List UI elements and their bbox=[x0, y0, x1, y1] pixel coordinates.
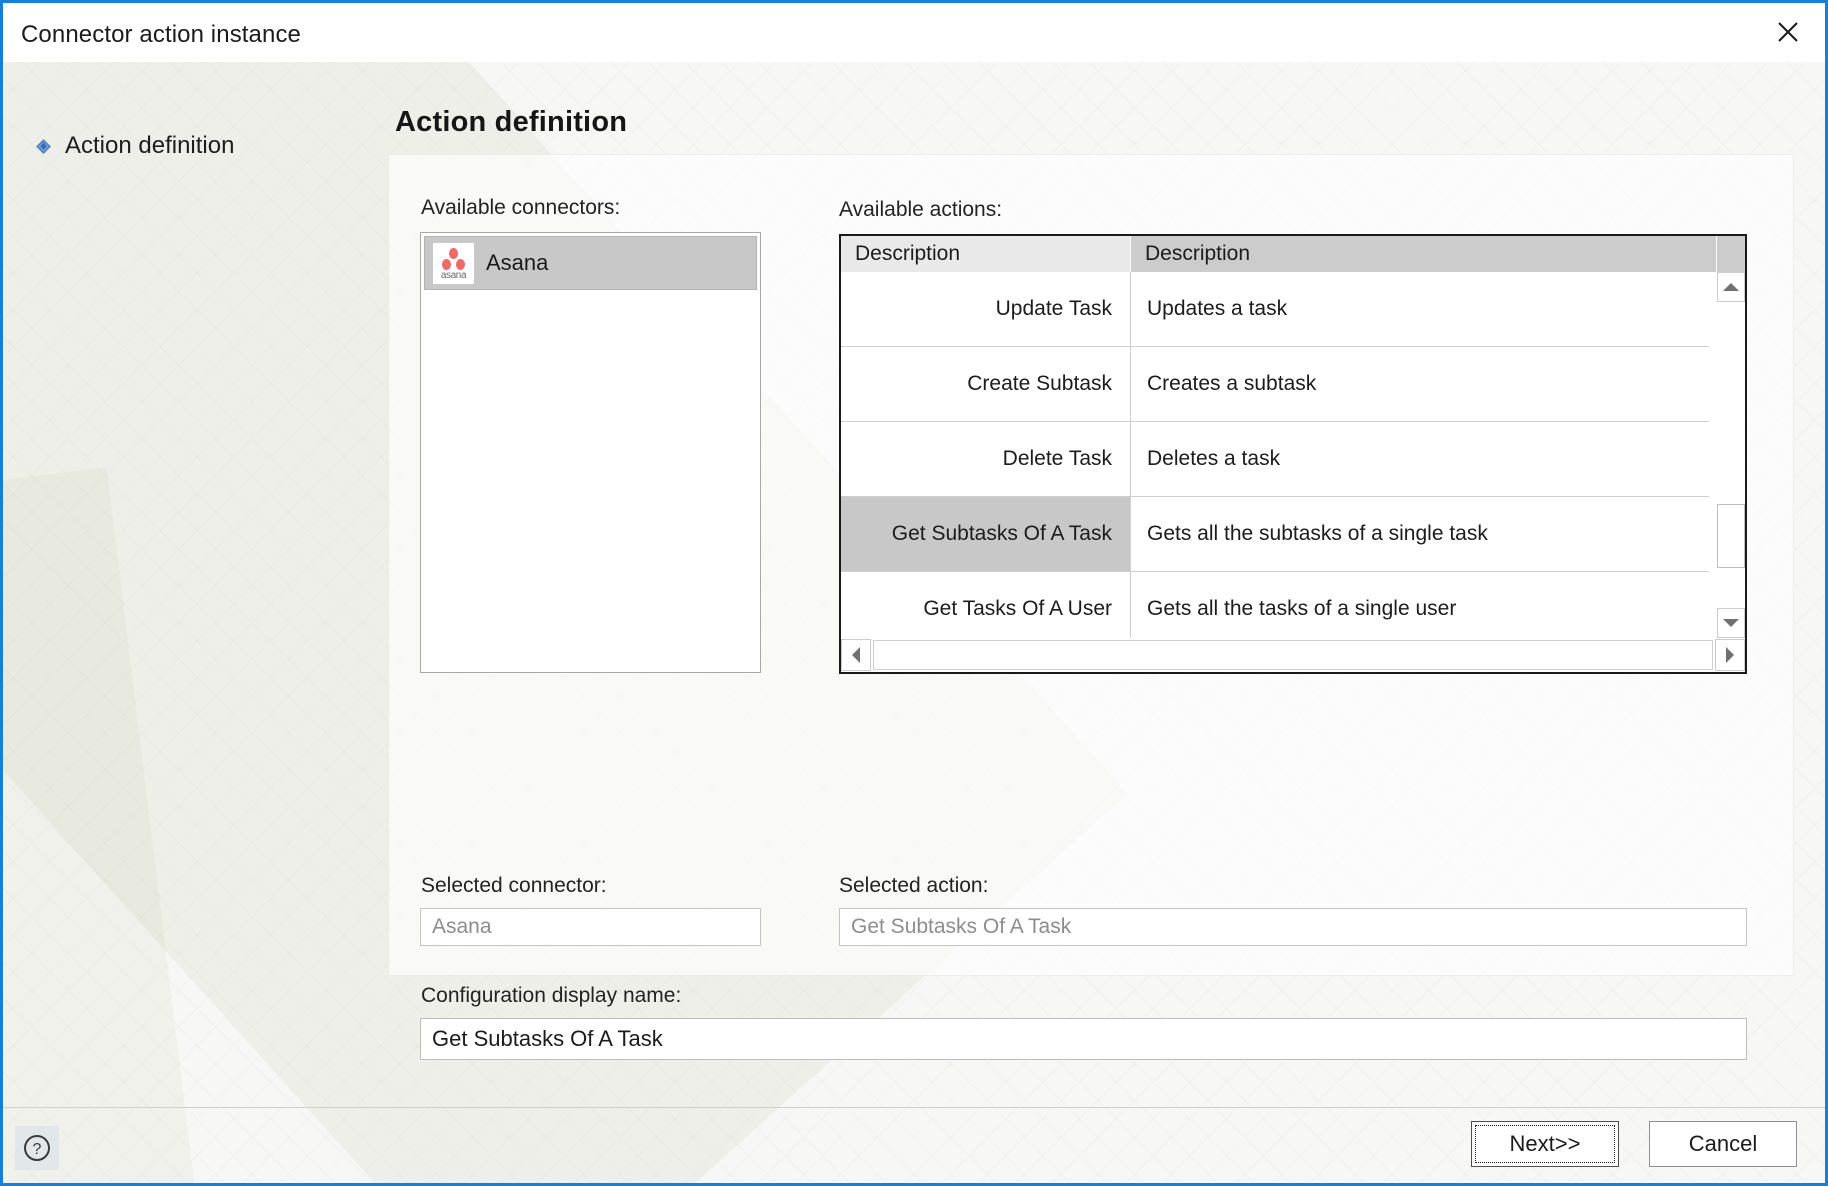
grid-horizontal-scrollbar[interactable] bbox=[841, 638, 1745, 672]
close-icon[interactable] bbox=[1751, 3, 1825, 61]
next-button[interactable]: Next>> bbox=[1471, 1121, 1619, 1167]
table-cell-description: Gets all the subtasks of a single task bbox=[1131, 497, 1709, 572]
available-connectors-list[interactable]: asana Asana bbox=[420, 232, 761, 673]
column-header-description[interactable]: Description bbox=[1131, 236, 1716, 272]
selected-connector-label: Selected connector: bbox=[421, 874, 607, 897]
cancel-button[interactable]: Cancel bbox=[1649, 1121, 1797, 1167]
window-title: Connector action instance bbox=[21, 21, 301, 48]
dialog-body: Action definition Action definition Avai… bbox=[3, 62, 1825, 1183]
selected-action-label: Selected action: bbox=[839, 874, 989, 897]
title-bar: Connector action instance bbox=[3, 3, 1825, 65]
selected-connector-field[interactable]: Asana bbox=[420, 908, 761, 946]
list-item-label: Asana bbox=[486, 250, 549, 275]
table-cell-name: Update Task bbox=[841, 272, 1131, 347]
table-cell-description: Updates a task bbox=[1131, 272, 1709, 347]
horizontal-scrollbar-track[interactable] bbox=[873, 640, 1713, 670]
available-connectors-label: Available connectors: bbox=[421, 196, 621, 219]
help-question-icon[interactable]: ? bbox=[15, 1126, 59, 1170]
table-cell-name: Create Subtask bbox=[841, 347, 1131, 422]
selected-action-field[interactable]: Get Subtasks Of A Task bbox=[839, 908, 1747, 946]
scroll-up-icon[interactable] bbox=[1717, 272, 1745, 302]
next-button-label: Next>> bbox=[1509, 1131, 1581, 1156]
page-title: Action definition bbox=[395, 106, 628, 138]
grid-vertical-scrollbar[interactable] bbox=[1716, 272, 1745, 638]
svg-text:?: ? bbox=[33, 1141, 42, 1158]
scroll-down-icon[interactable] bbox=[1717, 608, 1745, 638]
table-row[interactable]: Create Subtask Creates a subtask bbox=[841, 347, 1717, 422]
asana-wordmark: asana bbox=[440, 269, 467, 281]
table-row-selected[interactable]: Get Subtasks Of A Task Gets all the subt… bbox=[841, 497, 1717, 572]
table-cell-name: Get Tasks Of A User bbox=[841, 572, 1131, 638]
grid-rows-container: Update Task Updates a task Create Subtas… bbox=[841, 272, 1717, 638]
configuration-display-name-label: Configuration display name: bbox=[421, 984, 682, 1007]
table-cell-description: Gets all the tasks of a single user bbox=[1131, 572, 1709, 638]
wizard-steps-sidebar: Action definition bbox=[3, 62, 395, 1183]
diamond-bullet-icon bbox=[36, 138, 51, 154]
configuration-display-name-input[interactable]: Get Subtasks Of A Task bbox=[420, 1018, 1747, 1060]
available-actions-label: Available actions: bbox=[839, 198, 1003, 221]
sidebar-item-label: Action definition bbox=[65, 132, 235, 159]
grid-header-row: Description Description bbox=[841, 236, 1745, 272]
table-cell-description: Creates a subtask bbox=[1131, 347, 1709, 422]
asana-logo-icon: asana bbox=[433, 242, 474, 284]
scroll-left-icon[interactable] bbox=[841, 639, 871, 671]
table-cell-description: Deletes a task bbox=[1131, 422, 1709, 497]
table-row[interactable]: Delete Task Deletes a task bbox=[841, 422, 1717, 497]
footer-divider bbox=[3, 1107, 1825, 1108]
column-header-spacer bbox=[1716, 236, 1745, 272]
connector-action-instance-window: Connector action instance Action definit… bbox=[0, 0, 1828, 1186]
scroll-right-icon[interactable] bbox=[1715, 639, 1745, 671]
list-item[interactable]: asana Asana bbox=[424, 236, 757, 290]
column-header-name[interactable]: Description bbox=[841, 236, 1131, 272]
table-cell-name: Get Subtasks Of A Task bbox=[841, 497, 1131, 572]
table-row[interactable]: Update Task Updates a task bbox=[841, 272, 1717, 347]
vertical-scrollbar-thumb[interactable] bbox=[1717, 504, 1745, 568]
table-cell-name: Delete Task bbox=[841, 422, 1131, 497]
table-row[interactable]: Get Tasks Of A User Gets all the tasks o… bbox=[841, 572, 1717, 638]
sidebar-item-action-definition[interactable]: Action definition bbox=[35, 132, 234, 160]
available-actions-grid[interactable]: Description Description Update Task Upda… bbox=[839, 234, 1747, 674]
cancel-button-label: Cancel bbox=[1688, 1131, 1758, 1156]
